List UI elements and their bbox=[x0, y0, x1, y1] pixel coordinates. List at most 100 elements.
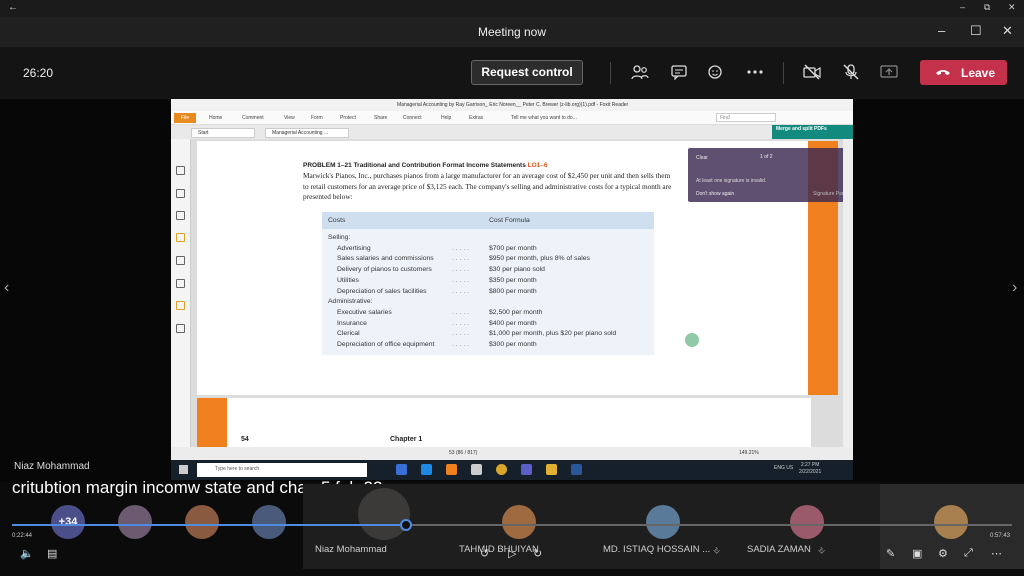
picture-in-picture-icon[interactable]: ▣ bbox=[912, 547, 922, 560]
total-time: 0:57:43 bbox=[990, 533, 1011, 539]
more-participants-badge[interactable]: +34 bbox=[51, 505, 85, 539]
window-maximize-icon[interactable]: ☐ bbox=[970, 23, 982, 39]
restore-icon[interactable]: ⧉ bbox=[984, 2, 990, 13]
pages-icon[interactable] bbox=[176, 189, 185, 198]
tab-start[interactable]: Start bbox=[191, 128, 255, 138]
formula-cell: $1,000 per month, plus $20 per piano sol… bbox=[489, 330, 617, 338]
ribbon-share-tab[interactable]: Share bbox=[374, 115, 387, 121]
table-row: Utilities . . . . . $350 per month bbox=[322, 277, 654, 287]
ribbon-help-tab[interactable]: Help bbox=[441, 115, 451, 121]
lock-icon[interactable] bbox=[176, 301, 185, 310]
windows-start-icon[interactable] bbox=[179, 465, 188, 474]
system-bar: ← – ⧉ ✕ bbox=[0, 0, 1024, 17]
reactions-icon[interactable] bbox=[707, 64, 725, 80]
settings-icon[interactable]: ⚙ bbox=[938, 547, 948, 560]
ribbon-view-tab[interactable]: View bbox=[284, 115, 295, 121]
fullscreen-icon[interactable]: ⤢ bbox=[964, 547, 973, 560]
windows-taskbar: Type here to search 2:27 PM 2/22/2021 EN… bbox=[171, 460, 853, 480]
table-row: Executive salaries . . . . . $2,500 per mo… bbox=[322, 309, 654, 319]
ribbon-home-tab[interactable]: Home bbox=[209, 115, 222, 121]
volume-icon[interactable]: 🔈 bbox=[20, 547, 34, 560]
ribbon-connect-tab[interactable]: Connect bbox=[403, 115, 422, 121]
close-icon[interactable]: ✕ bbox=[1008, 2, 1016, 13]
window-minimize-icon[interactable]: – bbox=[938, 23, 945, 38]
leader-dots: . . . . . bbox=[452, 266, 469, 274]
table-row: Sales salaries and commissions . . . . . $… bbox=[322, 255, 654, 265]
avatar[interactable] bbox=[790, 505, 824, 539]
merge-split-banner[interactable]: Merge and split PDFs bbox=[772, 125, 853, 139]
find-input[interactable]: Find bbox=[716, 113, 776, 122]
tab-managerial-accounting[interactable]: Managerial Accounting ... bbox=[265, 128, 349, 138]
attachment-icon[interactable] bbox=[176, 256, 185, 265]
cost-cell: Insurance bbox=[337, 319, 367, 327]
page-number: 54 bbox=[241, 436, 249, 443]
avatar[interactable] bbox=[934, 505, 968, 539]
dont-show-again-checkbox[interactable]: Don't show again bbox=[696, 191, 734, 197]
window-close-icon[interactable]: ✕ bbox=[1002, 23, 1013, 39]
participants-icon[interactable] bbox=[631, 64, 649, 80]
edit-icon[interactable]: ✎ bbox=[886, 547, 895, 560]
play-icon[interactable]: ▷ bbox=[508, 547, 516, 560]
previous-arrow-icon[interactable]: ‹ bbox=[4, 279, 9, 297]
comments-icon[interactable] bbox=[176, 233, 185, 242]
signature-pager[interactable]: 1 of 2 bbox=[760, 154, 773, 160]
participant-name: SADIA ZAMAN bbox=[747, 544, 811, 555]
bookmark-icon[interactable] bbox=[176, 166, 185, 175]
language-indicator[interactable]: ENG US bbox=[774, 465, 793, 471]
ribbon-file-tab[interactable]: File bbox=[174, 113, 196, 123]
chat-icon[interactable] bbox=[670, 64, 688, 81]
cost-cell: Executive salaries bbox=[337, 308, 392, 316]
mic-off-icon: ⎀ bbox=[713, 545, 721, 555]
ribbon-protect-tab[interactable]: Protect bbox=[340, 115, 356, 121]
layers-icon[interactable] bbox=[176, 211, 185, 220]
store-app-icon[interactable] bbox=[471, 464, 482, 475]
pointer-cursor bbox=[685, 333, 699, 347]
forward-30-icon[interactable]: ↻ bbox=[533, 547, 542, 560]
cost-cell: Depreciation of sales facilities bbox=[337, 287, 427, 295]
toolbar-divider bbox=[610, 62, 611, 84]
camera-off-icon[interactable] bbox=[803, 64, 821, 80]
zoom-level[interactable]: 149.21% bbox=[739, 450, 759, 456]
rewind-10-icon[interactable]: ↺ bbox=[480, 547, 489, 560]
seek-handle[interactable] bbox=[400, 519, 412, 531]
mail-app-icon[interactable] bbox=[396, 464, 407, 475]
cost-table-header: Costs Cost Formula bbox=[322, 212, 654, 229]
avatar[interactable] bbox=[502, 505, 536, 539]
request-control-button[interactable]: Request control bbox=[471, 60, 583, 85]
document-scrollbar[interactable] bbox=[843, 139, 853, 480]
foxit-title-bar: Managerial Accounting by Ray Garrison_ E… bbox=[171, 99, 853, 111]
taskbar-search-input[interactable]: Type here to search bbox=[197, 463, 367, 477]
avatar[interactable] bbox=[185, 505, 219, 539]
formula-cell: $300 per month bbox=[489, 341, 537, 348]
minimize-icon[interactable]: – bbox=[960, 2, 965, 12]
leader-dots: . . . . . bbox=[452, 244, 469, 252]
more-options-icon[interactable] bbox=[746, 64, 764, 80]
ribbon-comment-tab[interactable]: Comment bbox=[242, 115, 264, 121]
shared-screen-stage: ‹ › Managerial Accounting by Ray Garriso… bbox=[0, 99, 1024, 482]
folder-app-icon[interactable] bbox=[546, 464, 557, 475]
leader-dots: . . . . . bbox=[452, 276, 469, 284]
avatar[interactable] bbox=[646, 505, 680, 539]
avatar[interactable] bbox=[118, 505, 152, 539]
avatar[interactable] bbox=[252, 505, 286, 539]
teams-app-icon[interactable] bbox=[521, 464, 532, 475]
edge-app-icon[interactable] bbox=[421, 464, 432, 475]
next-arrow-icon[interactable]: › bbox=[1012, 279, 1017, 297]
word-app-icon[interactable] bbox=[571, 464, 582, 475]
foxit-app-icon[interactable] bbox=[446, 464, 457, 475]
tell-me-box[interactable]: Tell me what you want to do... bbox=[511, 115, 577, 121]
page-navigator[interactable]: 53 (86 / 817) bbox=[449, 450, 477, 456]
share-screen-icon[interactable] bbox=[880, 64, 898, 80]
taskbar-clock: 2:27 PM 2/22/2021 bbox=[799, 462, 822, 475]
leave-button[interactable]: Leave bbox=[920, 60, 1007, 85]
ribbon-extras-tab[interactable]: Extras bbox=[469, 115, 483, 121]
search-icon[interactable] bbox=[176, 279, 185, 288]
tools-icon[interactable] bbox=[176, 324, 185, 333]
clear-button[interactable]: Clear bbox=[696, 155, 708, 161]
back-arrow-icon[interactable]: ← bbox=[8, 2, 18, 13]
chrome-app-icon[interactable] bbox=[496, 464, 507, 475]
more-playback-options-icon[interactable]: ⋯ bbox=[991, 547, 1002, 560]
mic-off-icon[interactable] bbox=[842, 64, 860, 80]
ribbon-form-tab[interactable]: Form bbox=[311, 115, 323, 121]
captions-icon[interactable]: ▤ bbox=[47, 547, 57, 560]
